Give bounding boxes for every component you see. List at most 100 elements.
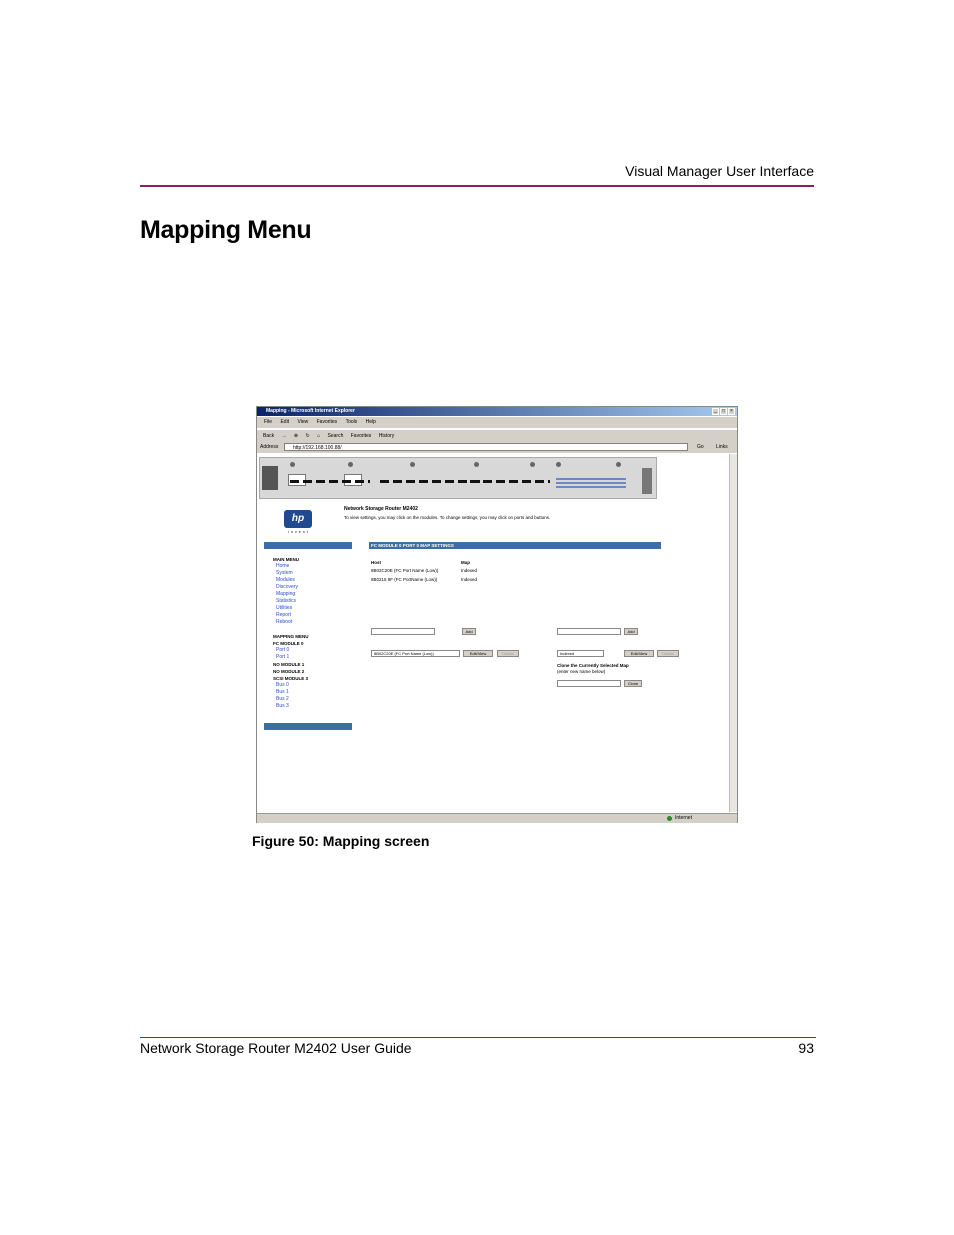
- page-content: hp invent Network Storage Router M2402 T…: [257, 454, 729, 812]
- history-button[interactable]: History: [379, 430, 395, 442]
- nav-modules[interactable]: Modules: [276, 577, 353, 584]
- nav-system[interactable]: System: [276, 570, 353, 577]
- favorites-button[interactable]: Favorites: [351, 430, 372, 442]
- host-row-1: 8B0215 9F (FC PortName (Low)): [371, 577, 438, 582]
- header-rule: [140, 185, 814, 187]
- nav-statistics[interactable]: Statistics: [276, 598, 353, 605]
- nav-fc-module: FC MODULE 0: [273, 641, 304, 646]
- map-edit-view-button[interactable]: Edit/View: [624, 650, 654, 657]
- close-icon[interactable]: ×: [728, 408, 735, 415]
- clone-hint: (enter new name below): [557, 669, 606, 674]
- nav-top-bar: [264, 542, 352, 549]
- nav-port-1[interactable]: Port 1: [276, 654, 353, 661]
- map-select[interactable]: Indexed: [557, 650, 604, 657]
- hp-logo-icon: hp: [284, 510, 312, 528]
- router-instructions: To view settings, you may click on the m…: [344, 515, 551, 520]
- window-titlebar: Mapping - Microsoft Internet Explorer: [257, 407, 737, 416]
- knob-icon: [348, 462, 353, 467]
- map-add-input[interactable]: [557, 628, 621, 635]
- menu-edit[interactable]: Edit: [280, 417, 289, 428]
- hp-tagline: invent: [288, 530, 310, 534]
- maximize-icon[interactable]: □: [720, 408, 727, 415]
- status-zone: Internet: [675, 815, 692, 821]
- vertical-scrollbar[interactable]: [729, 454, 737, 812]
- menu-file[interactable]: File: [264, 417, 272, 428]
- refresh-icon[interactable]: ↻: [306, 430, 310, 442]
- nav-main-header: MAIN MENU: [273, 557, 299, 562]
- map-column-header: Map: [461, 560, 470, 565]
- nav-bottom-bar: [264, 723, 352, 730]
- page-number: 93: [798, 1040, 814, 1056]
- back-button[interactable]: Back: [263, 430, 274, 442]
- host-add-input[interactable]: [371, 628, 435, 635]
- power-module[interactable]: [262, 466, 278, 490]
- menu-view[interactable]: View: [297, 417, 308, 428]
- map-add-button[interactable]: Add: [624, 628, 638, 635]
- nav-discovery[interactable]: Discovery: [276, 584, 353, 591]
- nav-mapping[interactable]: Mapping: [276, 591, 353, 598]
- footer-title: Network Storage Router M2402 User Guide: [140, 1040, 412, 1056]
- address-bar: Address http://192.168.100.88/ Go Links: [257, 442, 737, 453]
- menu-tools[interactable]: Tools: [346, 417, 358, 428]
- menu-help[interactable]: Help: [366, 417, 376, 428]
- router-title: Network Storage Router M2402: [344, 506, 418, 512]
- map-row-0: Indexed: [461, 568, 478, 573]
- stop-icon[interactable]: ⊗: [294, 430, 298, 442]
- host-edit-view-button[interactable]: Edit/View: [463, 650, 493, 657]
- nav-bus-0[interactable]: Bus 0: [276, 682, 353, 689]
- nav-report[interactable]: Report: [276, 612, 353, 619]
- address-label: Address: [260, 444, 279, 450]
- home-icon[interactable]: ⌂: [317, 430, 320, 442]
- knob-icon: [410, 462, 415, 467]
- minimize-icon[interactable]: _: [712, 408, 719, 415]
- knob-icon: [530, 462, 535, 467]
- host-select[interactable]: 8B02C20E (FC Port Name (Low)): [371, 650, 460, 657]
- nav-mapping-header: MAPPING MENU: [273, 634, 309, 639]
- running-header: Visual Manager User Interface: [625, 163, 814, 179]
- forward-icon[interactable]: →: [282, 430, 287, 442]
- go-button[interactable]: Go: [697, 444, 704, 450]
- toolbar: Back → ⊗ ↻ ⌂ Search Favorites History: [257, 429, 737, 442]
- host-delete-button[interactable]: Delete: [497, 650, 519, 657]
- links-button[interactable]: Links: [716, 444, 728, 450]
- window-title: Mapping - Microsoft Internet Explorer: [266, 408, 355, 414]
- status-bar: Internet: [257, 813, 737, 823]
- map-row-1: Indexed: [461, 577, 478, 582]
- clone-button[interactable]: Clone: [624, 680, 642, 687]
- map-delete-button[interactable]: Delete: [657, 650, 679, 657]
- side-panel: [642, 468, 652, 494]
- nav-home[interactable]: Home: [276, 563, 353, 570]
- figure-caption: Figure 50: Mapping screen: [252, 833, 430, 849]
- footer-rule: [140, 1037, 816, 1038]
- globe-icon: [667, 816, 672, 821]
- nav-reboot[interactable]: Reboot: [276, 619, 353, 626]
- menu-bar: File Edit View Favorites Tools Help: [257, 417, 737, 428]
- left-nav: MAIN MENU Home System Modules Discovery …: [273, 556, 353, 710]
- knob-icon: [556, 462, 561, 467]
- scsi-ports-a[interactable]: [380, 480, 480, 483]
- clone-header: Clone the Currently Selected Map: [557, 663, 629, 668]
- nav-bus-1[interactable]: Bus 1: [276, 689, 353, 696]
- menu-favorites[interactable]: Favorites: [317, 417, 338, 428]
- router-device-graphic[interactable]: [259, 457, 657, 499]
- knob-icon: [474, 462, 479, 467]
- host-add-button[interactable]: Add: [462, 628, 476, 635]
- scsi-ports-b[interactable]: [470, 480, 550, 483]
- browser-screenshot: Mapping - Microsoft Internet Explorer _ …: [256, 406, 738, 823]
- settings-header: FC MODULE 0 PORT 0 MAP SETTINGS: [369, 542, 661, 549]
- host-row-0: 8B02C20E (FC Port Name (Low)): [371, 568, 439, 573]
- nav-scsi-module: SCSI MODULE 3: [273, 676, 309, 681]
- nav-bus-2[interactable]: Bus 2: [276, 696, 353, 703]
- nav-no-module-2: NO MODULE 2: [273, 669, 305, 674]
- clone-name-input[interactable]: [557, 680, 621, 687]
- knob-icon: [616, 462, 621, 467]
- fc-ports-strip[interactable]: [290, 480, 370, 483]
- nav-bus-3[interactable]: Bus 3: [276, 703, 353, 710]
- nav-port-0[interactable]: Port 0: [276, 647, 353, 654]
- ethernet-module[interactable]: [556, 478, 626, 488]
- address-input[interactable]: http://192.168.100.88/: [284, 443, 688, 451]
- knob-icon: [290, 462, 295, 467]
- nav-utilities[interactable]: Utilities: [276, 605, 353, 612]
- section-title: Mapping Menu: [140, 216, 312, 244]
- search-button[interactable]: Search: [328, 430, 344, 442]
